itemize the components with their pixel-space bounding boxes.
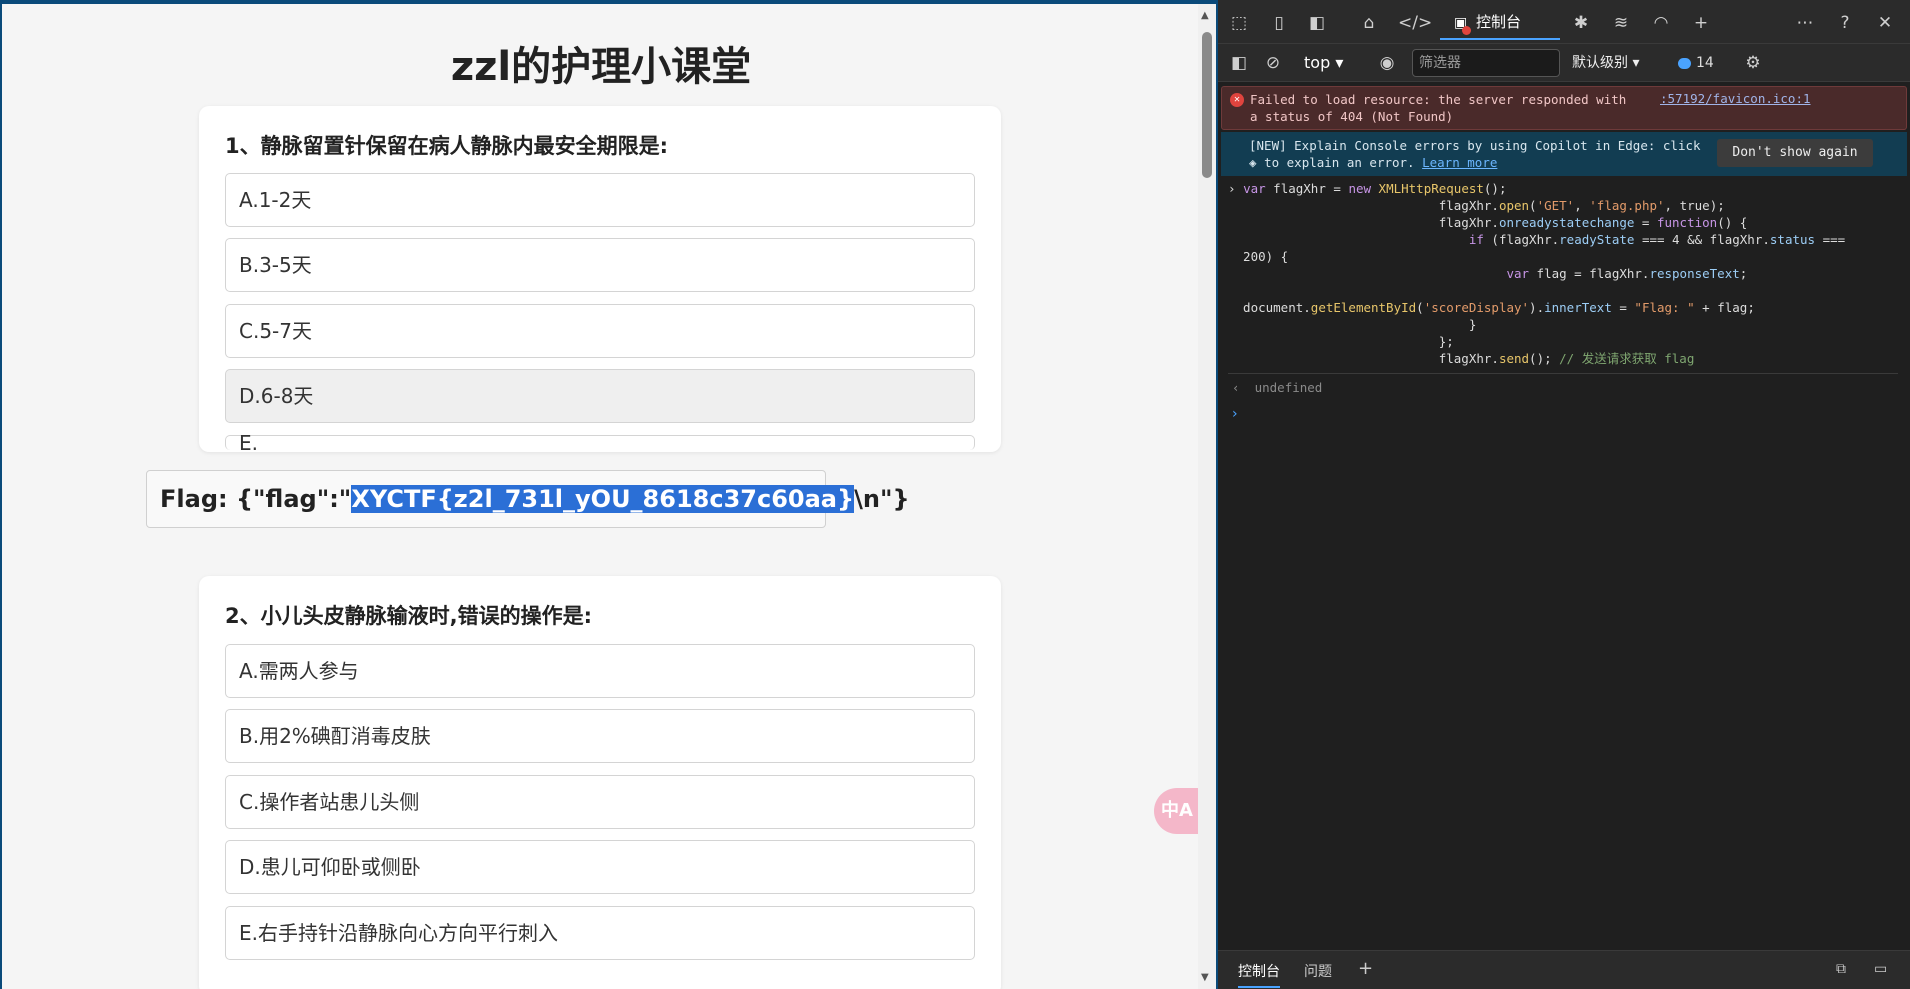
- copilot-text: [NEW] Explain Console errors by using Co…: [1249, 137, 1709, 171]
- option-b[interactable]: B.3-5天: [225, 238, 975, 292]
- console-result: ‹ undefined: [1232, 380, 1322, 395]
- result-value: undefined: [1254, 380, 1323, 395]
- option-e[interactable]: E.右手持针沿静脉向心方向平行刺入: [225, 906, 975, 960]
- message-icon: [1678, 57, 1691, 69]
- option-e[interactable]: E.: [225, 433, 975, 453]
- option-d[interactable]: D.6-8天: [225, 369, 975, 423]
- flag-suffix: \n"}: [854, 485, 910, 513]
- devtools-tabbar: ⬚ ▯ ◧ ⌂ </> ▣ 控制台 ✱ ≋ ◠ + ⋯ ? ✕: [1218, 0, 1910, 44]
- scroll-up-arrow-icon[interactable]: ▲: [1201, 10, 1209, 21]
- context-select[interactable]: top ▾: [1298, 50, 1362, 76]
- drawer-tab-issues[interactable]: 问题: [1304, 961, 1332, 981]
- network-wifi-icon[interactable]: ≋: [1608, 10, 1634, 36]
- error-icon: ✕: [1230, 93, 1244, 107]
- option-a[interactable]: A.1-2天: [225, 173, 975, 227]
- settings-gear-icon[interactable]: ⚙: [1740, 50, 1766, 76]
- chevron-down-icon: ▾: [1335, 53, 1344, 72]
- question-card-1: 1、静脉留置针保留在病人静脉内最安全期限是: A.1-2天 B.3-5天 C.5…: [199, 106, 1001, 453]
- help-icon[interactable]: ?: [1832, 10, 1858, 36]
- drawer-tabbar: 控制台 问题 + ⧉ ▭: [1218, 950, 1910, 989]
- filter-input[interactable]: [1412, 49, 1560, 77]
- more-icon[interactable]: ⋯: [1792, 10, 1818, 36]
- result-arrow-icon: ‹: [1232, 380, 1240, 395]
- copilot-text-2: to explain an error.: [1264, 155, 1415, 170]
- learn-more-link[interactable]: Learn more: [1422, 155, 1497, 170]
- sidebar-toggle-icon[interactable]: ◧: [1226, 50, 1252, 76]
- copilot-text-1: [NEW] Explain Console errors by using Co…: [1249, 138, 1701, 153]
- device-emulation-icon[interactable]: ▯: [1266, 10, 1292, 36]
- web-page: zzl的护理小课堂 1、静脉留置针保留在病人静脉内最安全期限是: A.1-2天 …: [2, 4, 1200, 989]
- input-prompt-icon: ›: [1228, 181, 1236, 196]
- page-title: zzl的护理小课堂: [450, 44, 752, 90]
- console-prompt-input[interactable]: ›: [1232, 406, 1238, 422]
- error-text: Failed to load resource: the server resp…: [1250, 92, 1627, 124]
- elements-icon[interactable]: </>: [1398, 10, 1432, 36]
- chevron-down-icon: ▾: [1632, 55, 1640, 71]
- tab-console[interactable]: ▣ 控制台: [1440, 6, 1560, 40]
- page-scrollbar[interactable]: ▲ ▼: [1198, 4, 1216, 989]
- question-title: 1、静脉留置针保留在病人静脉内最安全期限是:: [225, 134, 669, 158]
- devtools-panel: ⬚ ▯ ◧ ⌂ </> ▣ 控制台 ✱ ≋ ◠ + ⋯ ? ✕ ◧ ⊘ top …: [1218, 0, 1910, 989]
- log-level-label: 默认级别: [1572, 55, 1628, 71]
- scroll-down-arrow-icon[interactable]: ▼: [1201, 972, 1209, 983]
- translate-icon[interactable]: 中A: [1154, 788, 1200, 834]
- console-error-message: ✕ Failed to load resource: the server re…: [1221, 86, 1907, 130]
- option-b[interactable]: B.用2%碘酊消毒皮肤: [225, 709, 975, 763]
- flag-value-selected[interactable]: XYCTF{z2l_731l_yOU_8618c37c60aa}: [351, 485, 855, 513]
- message-count[interactable]: 14: [1678, 50, 1714, 76]
- option-d[interactable]: D.患儿可仰卧或侧卧: [225, 840, 975, 894]
- eye-icon[interactable]: ◉: [1374, 50, 1400, 76]
- clear-console-icon[interactable]: ⊘: [1260, 50, 1286, 76]
- home-icon[interactable]: ⌂: [1356, 10, 1382, 36]
- message-count-value: 14: [1696, 55, 1714, 71]
- add-tab-icon[interactable]: +: [1688, 10, 1714, 36]
- add-drawer-tab-icon[interactable]: +: [1358, 958, 1373, 979]
- flag-prefix: Flag: {"flag":": [160, 485, 352, 513]
- inspect-icon[interactable]: ⬚: [1226, 10, 1252, 36]
- divider: [1228, 373, 1898, 374]
- drawer-tab-console[interactable]: 控制台: [1238, 961, 1280, 988]
- option-c[interactable]: C.5-7天: [225, 304, 975, 358]
- copilot-icon: ◈: [1249, 155, 1257, 170]
- close-icon[interactable]: ✕: [1872, 10, 1898, 36]
- log-level-select[interactable]: 默认级别 ▾: [1572, 50, 1662, 76]
- console-toolbar: ◧ ⊘ top ▾ ◉ 默认级别 ▾ 14 ⚙: [1218, 44, 1910, 82]
- flag-display: Flag: {"flag":"XYCTF{z2l_731l_yOU_8618c3…: [146, 470, 910, 528]
- performance-icon[interactable]: ◠: [1648, 10, 1674, 36]
- scroll-thumb[interactable]: [1202, 32, 1212, 178]
- tab-console-label: 控制台: [1476, 13, 1522, 31]
- question-title: 2、小儿头皮静脉输液时,错误的操作是:: [225, 604, 592, 628]
- bug-icon[interactable]: ✱: [1568, 10, 1594, 36]
- undock-drawer-icon[interactable]: ⧉: [1836, 961, 1846, 977]
- dock-side-icon[interactable]: ◧: [1304, 10, 1330, 36]
- error-source-link[interactable]: :57192/favicon.ico:1: [1660, 91, 1811, 106]
- copilot-banner: [NEW] Explain Console errors by using Co…: [1221, 132, 1907, 176]
- dont-show-again-button[interactable]: Don't show again: [1717, 139, 1873, 167]
- console-input-code: › var flagXhr = new XMLHttpRequest(); fl…: [1228, 181, 1846, 366]
- error-badge: [1462, 26, 1471, 35]
- collapse-drawer-icon[interactable]: ▭: [1874, 961, 1887, 977]
- option-a[interactable]: A.需两人参与: [225, 644, 975, 698]
- context-label: top: [1304, 53, 1331, 72]
- option-c[interactable]: C.操作者站患儿头侧: [225, 775, 975, 829]
- question-card-2: 2、小儿头皮静脉输液时,错误的操作是: A.需两人参与 B.用2%碘酊消毒皮肤 …: [199, 576, 1001, 989]
